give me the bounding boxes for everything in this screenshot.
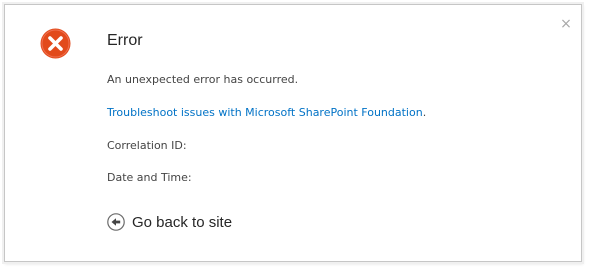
- date-time-label: Date and Time:: [107, 171, 192, 184]
- go-back-button[interactable]: Go back to site: [107, 213, 232, 231]
- error-message: An unexpected error has occurred.: [107, 73, 299, 86]
- troubleshoot-link[interactable]: Troubleshoot issues with Microsoft Share…: [107, 106, 423, 119]
- error-dialog: × Error An unexpected error has occurred…: [4, 4, 582, 262]
- back-arrow-icon: [107, 213, 125, 231]
- page-title: Error: [107, 32, 143, 49]
- troubleshoot-line: Troubleshoot issues with Microsoft Share…: [107, 106, 426, 119]
- correlation-id-label: Correlation ID:: [107, 139, 187, 152]
- error-icon: [40, 28, 71, 59]
- go-back-label: Go back to site: [132, 213, 233, 231]
- close-icon[interactable]: ×: [559, 17, 573, 31]
- troubleshoot-suffix: .: [422, 106, 427, 119]
